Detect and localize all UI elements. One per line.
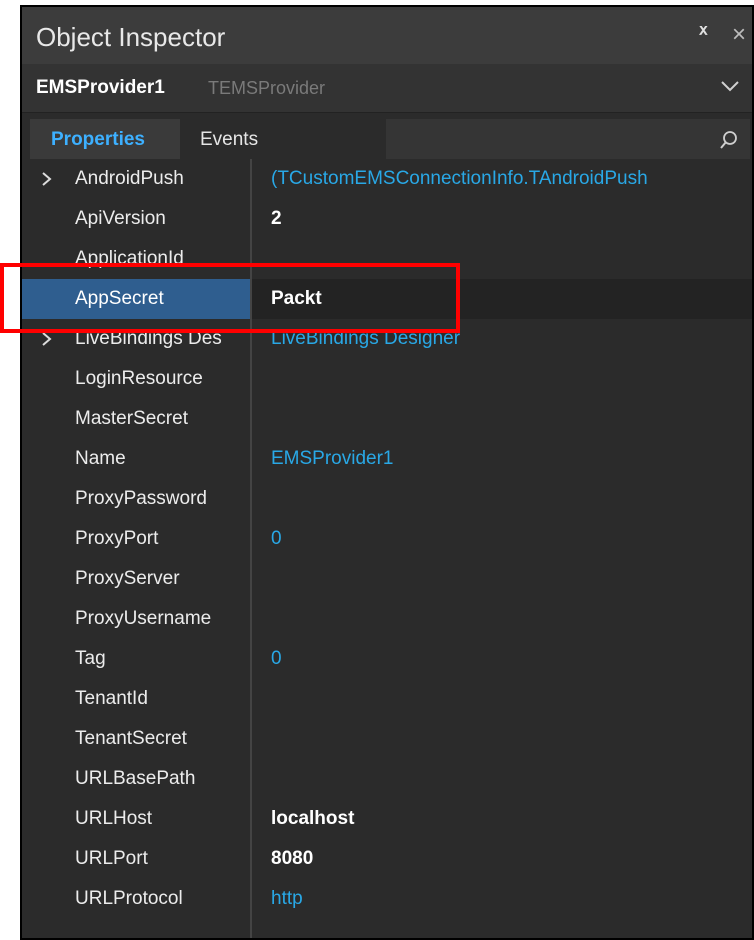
property-value[interactable]: 2 [271, 208, 282, 230]
property-row[interactable]: TenantSecret [22, 719, 752, 759]
expand-arrow-icon[interactable] [40, 169, 54, 195]
property-name: TenantId [75, 688, 148, 709]
property-value[interactable]: LiveBindings Designer [271, 328, 460, 350]
property-row[interactable]: URLHost localhost [22, 799, 752, 839]
property-grid: AndroidPush (TCustomEMSConnectionInfo.TAn… [22, 159, 752, 938]
property-row[interactable]: ProxyServer [22, 559, 752, 599]
property-value[interactable]: (TCustomEMSConnectionInfo.TAndroidPush [271, 168, 648, 190]
tab-properties-label: Properties [51, 129, 145, 150]
property-row[interactable]: ProxyUsername [22, 599, 752, 639]
selected-object-name: EMSProvider1 [36, 77, 165, 98]
property-row[interactable]: LiveBindings Des LiveBindings Designer [22, 319, 752, 359]
property-name: Name [75, 448, 126, 469]
property-value[interactable]: Packt [271, 288, 322, 310]
property-name: URLHost [75, 808, 153, 829]
property-name: URLBasePath [75, 768, 196, 789]
object-selector[interactable]: EMSProvider1 TEMSProvider [22, 64, 752, 113]
property-row[interactable]: URLPort 8080 [22, 839, 752, 879]
selected-value-cell[interactable] [252, 279, 752, 319]
search-input[interactable] [386, 119, 750, 159]
property-name: LiveBindings Des [75, 328, 222, 349]
property-name: ApplicationId [75, 248, 184, 269]
property-name: ProxyPassword [75, 488, 207, 509]
property-row[interactable]: Tag 0 [22, 639, 752, 679]
inspector-tabs: Properties Events [22, 113, 752, 159]
property-name: URLPort [75, 848, 148, 869]
property-value[interactable]: 8080 [271, 848, 313, 870]
property-row[interactable]: ProxyPort 0 [22, 519, 752, 559]
property-name: MasterSecret [75, 408, 188, 429]
property-row[interactable]: URLBasePath [22, 759, 752, 799]
property-name: URLProtocol [75, 888, 183, 909]
title-bar: Object Inspector ᕁ × [22, 7, 752, 64]
property-value[interactable]: localhost [271, 808, 354, 830]
property-name: TenantSecret [75, 728, 187, 749]
object-inspector-window: Object Inspector ᕁ × EMSProvider1 TEMSPr… [20, 5, 754, 940]
property-row[interactable]: LoginResource [22, 359, 752, 399]
property-value[interactable]: http [271, 888, 303, 910]
property-name: ProxyUsername [75, 608, 212, 629]
pin-icon[interactable]: ᕁ [698, 22, 708, 47]
property-name: LoginResource [75, 368, 203, 389]
chevron-down-icon[interactable] [718, 74, 742, 103]
property-name: ProxyServer [75, 568, 180, 589]
property-row[interactable]: ApplicationId [22, 239, 752, 279]
property-value[interactable]: 0 [271, 528, 282, 550]
property-name: AppSecret [75, 288, 164, 309]
window-title: Object Inspector [36, 22, 226, 52]
property-value[interactable]: EMSProvider1 [271, 448, 394, 470]
search-icon[interactable] [718, 129, 740, 156]
property-row[interactable]: AndroidPush (TCustomEMSConnectionInfo.TAn… [22, 159, 752, 199]
property-row[interactable]: ApiVersion 2 [22, 199, 752, 239]
property-name: Tag [75, 648, 106, 669]
property-row[interactable]: URLProtocol http [22, 879, 752, 919]
property-name: AndroidPush [75, 168, 184, 189]
tab-events[interactable]: Events [200, 129, 258, 151]
property-row[interactable]: TenantId [22, 679, 752, 719]
property-row[interactable]: ProxyPassword [22, 479, 752, 519]
tab-properties[interactable]: Properties [30, 119, 180, 159]
property-name: ApiVersion [75, 208, 166, 229]
selected-object-class: TEMSProvider [208, 78, 326, 98]
property-row[interactable]: AppSecret Packt [22, 279, 752, 319]
expand-arrow-icon[interactable] [40, 329, 54, 355]
property-row[interactable]: Name EMSProvider1 [22, 439, 752, 479]
property-row[interactable]: MasterSecret [22, 399, 752, 439]
property-name: ProxyPort [75, 528, 159, 549]
property-value[interactable]: 0 [271, 648, 282, 670]
close-icon[interactable]: × [732, 21, 746, 49]
